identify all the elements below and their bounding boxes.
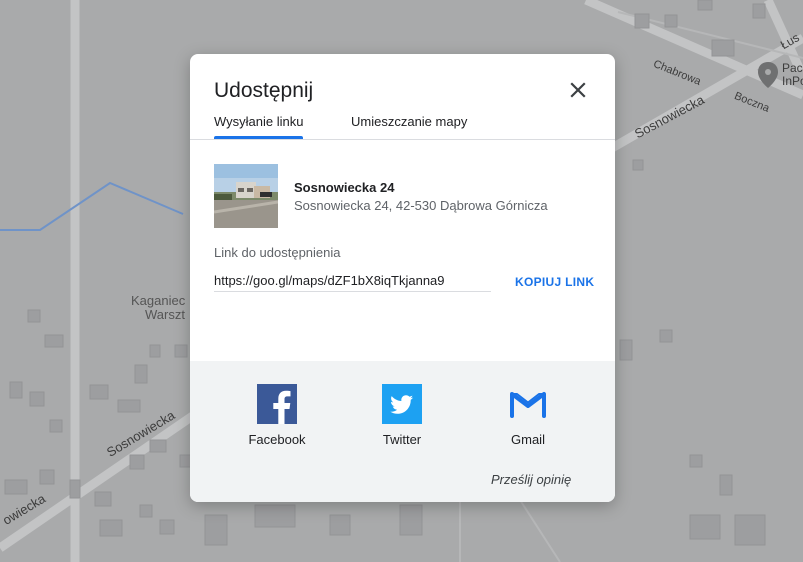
close-icon[interactable] xyxy=(564,76,592,104)
share-dialog: Udostępnij Wysyłanie linku Umieszczanie … xyxy=(190,54,615,502)
gmail-label: Gmail xyxy=(511,432,545,447)
facebook-icon xyxy=(257,384,297,424)
copy-link-button[interactable]: KOPIUJ LINK xyxy=(515,275,594,289)
place-name: Sosnowiecka 24 xyxy=(294,180,395,195)
tabs-divider xyxy=(190,139,615,140)
facebook-label: Facebook xyxy=(248,432,306,447)
dialog-title: Udostępnij xyxy=(214,79,314,102)
tab-embed-map[interactable]: Umieszczanie mapy xyxy=(351,114,467,129)
twitter-label: Twitter xyxy=(382,432,422,447)
place-thumbnail xyxy=(214,164,278,228)
share-options-panel: Facebook Twitter Gmail Prześlij opinię xyxy=(190,361,615,502)
map-label-inpo: InPo xyxy=(782,74,803,88)
place-address: Sosnowiecka 24, 42-530 Dąbrowa Górnicza xyxy=(294,198,548,213)
share-facebook-button[interactable]: Facebook xyxy=(232,384,322,447)
link-label: Link do udostępnienia xyxy=(214,245,341,260)
map-label-warszt: Warszt xyxy=(145,307,185,322)
gmail-icon xyxy=(510,392,546,418)
send-feedback-link[interactable]: Prześlij opinię xyxy=(491,472,571,487)
share-gmail-button[interactable]: Gmail xyxy=(483,384,573,447)
share-link-field[interactable] xyxy=(214,269,491,292)
twitter-icon xyxy=(382,384,422,424)
tab-send-link[interactable]: Wysyłanie linku xyxy=(214,114,303,129)
map-label-kaganiec: Kaganiec xyxy=(131,293,186,308)
share-twitter-button[interactable]: Twitter xyxy=(357,384,447,447)
map-label-pac: Pac xyxy=(782,61,803,75)
